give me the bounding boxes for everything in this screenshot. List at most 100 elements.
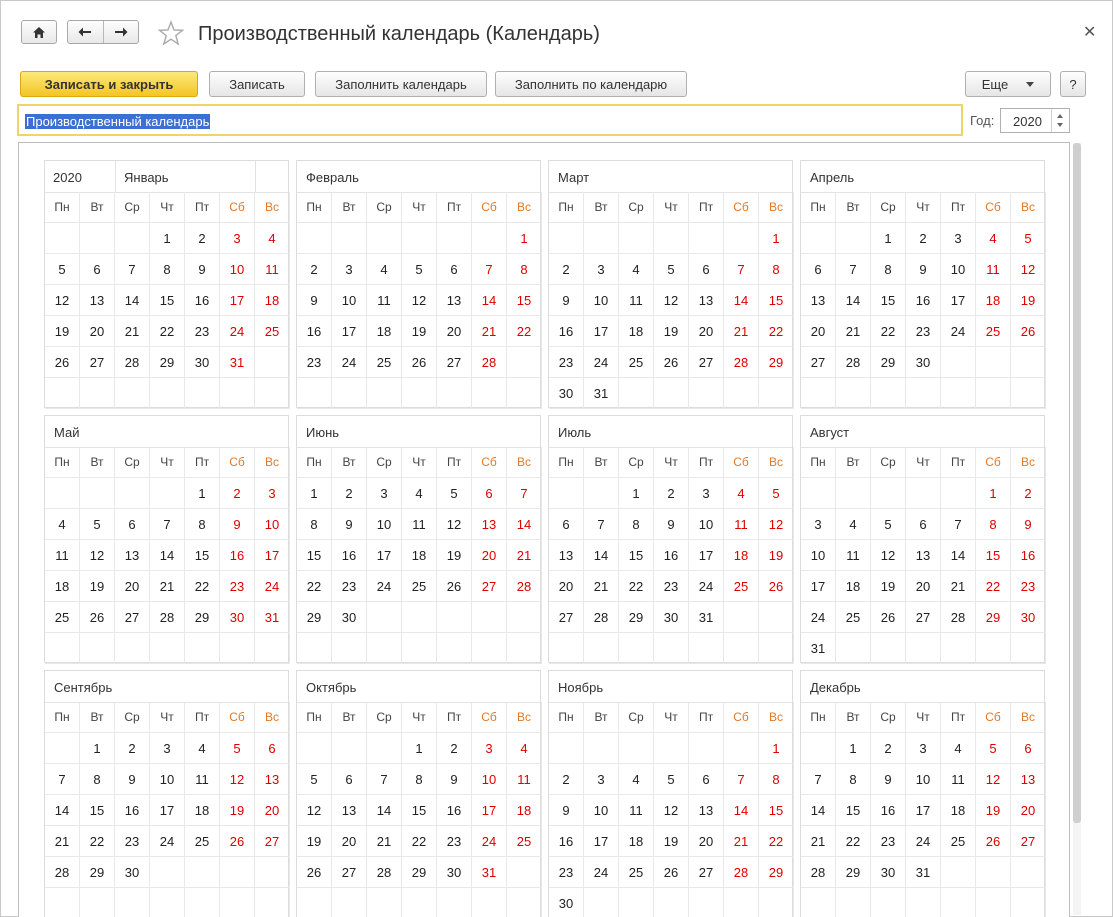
day-cell[interactable]: 2 [906,223,941,254]
day-cell[interactable]: 25 [836,602,871,633]
day-cell[interactable]: 12 [976,764,1011,795]
day-cell[interactable]: 31 [472,857,507,888]
day-cell[interactable]: 15 [836,795,871,826]
day-cell[interactable]: 23 [220,571,255,602]
save-and-close-button[interactable]: Записать и закрыть [20,71,198,97]
day-cell[interactable]: 19 [297,826,332,857]
day-cell[interactable]: 1 [976,478,1011,509]
day-cell[interactable]: 27 [437,347,472,378]
day-cell[interactable]: 7 [724,764,759,795]
day-cell[interactable]: 20 [115,571,150,602]
day-cell[interactable]: 20 [332,826,367,857]
day-cell[interactable]: 1 [759,223,794,254]
day-cell[interactable]: 15 [297,540,332,571]
day-cell[interactable]: 7 [941,509,976,540]
day-cell[interactable]: 14 [836,285,871,316]
day-cell[interactable]: 8 [759,764,794,795]
day-cell[interactable]: 24 [906,826,941,857]
day-cell[interactable]: 26 [871,602,906,633]
day-cell[interactable]: 26 [654,857,689,888]
day-cell[interactable]: 28 [507,571,542,602]
day-cell[interactable]: 12 [654,285,689,316]
day-cell[interactable]: 7 [724,254,759,285]
day-cell[interactable]: 27 [472,571,507,602]
day-cell[interactable]: 20 [1011,795,1046,826]
day-cell[interactable]: 14 [472,285,507,316]
day-cell[interactable]: 21 [472,316,507,347]
day-cell[interactable]: 1 [80,733,115,764]
day-cell[interactable]: 1 [619,478,654,509]
day-cell[interactable]: 29 [80,857,115,888]
day-cell[interactable]: 12 [1011,254,1046,285]
day-cell[interactable]: 3 [255,478,290,509]
day-cell[interactable]: 23 [437,826,472,857]
day-cell[interactable]: 13 [115,540,150,571]
day-cell[interactable]: 14 [367,795,402,826]
day-cell[interactable]: 9 [437,764,472,795]
day-cell[interactable]: 17 [332,316,367,347]
day-cell[interactable]: 25 [976,316,1011,347]
day-cell[interactable]: 10 [332,285,367,316]
day-cell[interactable]: 7 [115,254,150,285]
day-cell[interactable]: 13 [472,509,507,540]
day-cell[interactable]: 13 [801,285,836,316]
day-cell[interactable]: 12 [654,795,689,826]
day-cell[interactable]: 19 [437,540,472,571]
day-cell[interactable]: 8 [185,509,220,540]
day-cell[interactable]: 15 [759,285,794,316]
day-cell[interactable]: 2 [115,733,150,764]
day-cell[interactable]: 8 [507,254,542,285]
day-cell[interactable]: 18 [619,316,654,347]
day-cell[interactable]: 12 [45,285,80,316]
day-cell[interactable]: 6 [801,254,836,285]
day-cell[interactable]: 19 [45,316,80,347]
day-cell[interactable]: 5 [80,509,115,540]
day-cell[interactable]: 10 [906,764,941,795]
day-cell[interactable]: 7 [150,509,185,540]
day-cell[interactable]: 5 [654,764,689,795]
day-cell[interactable]: 8 [976,509,1011,540]
day-cell[interactable]: 16 [549,826,584,857]
day-cell[interactable]: 17 [689,540,724,571]
day-cell[interactable]: 22 [507,316,542,347]
day-cell[interactable]: 4 [724,478,759,509]
day-cell[interactable]: 29 [759,347,794,378]
day-cell[interactable]: 12 [220,764,255,795]
day-cell[interactable]: 16 [871,795,906,826]
day-cell[interactable]: 23 [906,316,941,347]
year-input[interactable]: 2020 [1000,108,1070,133]
day-cell[interactable]: 24 [367,571,402,602]
day-cell[interactable]: 5 [437,478,472,509]
day-cell[interactable]: 22 [759,826,794,857]
day-cell[interactable]: 1 [836,733,871,764]
day-cell[interactable]: 19 [1011,285,1046,316]
day-cell[interactable]: 17 [150,795,185,826]
day-cell[interactable]: 29 [619,602,654,633]
day-cell[interactable]: 28 [472,347,507,378]
day-cell[interactable]: 6 [549,509,584,540]
back-button[interactable] [68,21,103,43]
day-cell[interactable]: 7 [45,764,80,795]
day-cell[interactable]: 21 [584,571,619,602]
day-cell[interactable]: 20 [549,571,584,602]
day-cell[interactable]: 3 [220,223,255,254]
day-cell[interactable]: 17 [906,795,941,826]
day-cell[interactable]: 10 [220,254,255,285]
forward-button[interactable] [102,21,139,43]
home-button[interactable] [21,20,57,44]
day-cell[interactable]: 20 [689,316,724,347]
day-cell[interactable]: 14 [724,795,759,826]
day-cell[interactable]: 6 [906,509,941,540]
day-cell[interactable]: 4 [402,478,437,509]
day-cell[interactable]: 7 [584,509,619,540]
day-cell[interactable]: 11 [367,285,402,316]
day-cell[interactable]: 27 [1011,826,1046,857]
day-cell[interactable]: 10 [367,509,402,540]
day-cell[interactable]: 27 [689,347,724,378]
day-cell[interactable]: 31 [689,602,724,633]
day-cell[interactable]: 25 [619,347,654,378]
day-cell[interactable]: 18 [619,826,654,857]
day-cell[interactable]: 3 [367,478,402,509]
day-cell[interactable]: 6 [437,254,472,285]
day-cell[interactable]: 16 [654,540,689,571]
